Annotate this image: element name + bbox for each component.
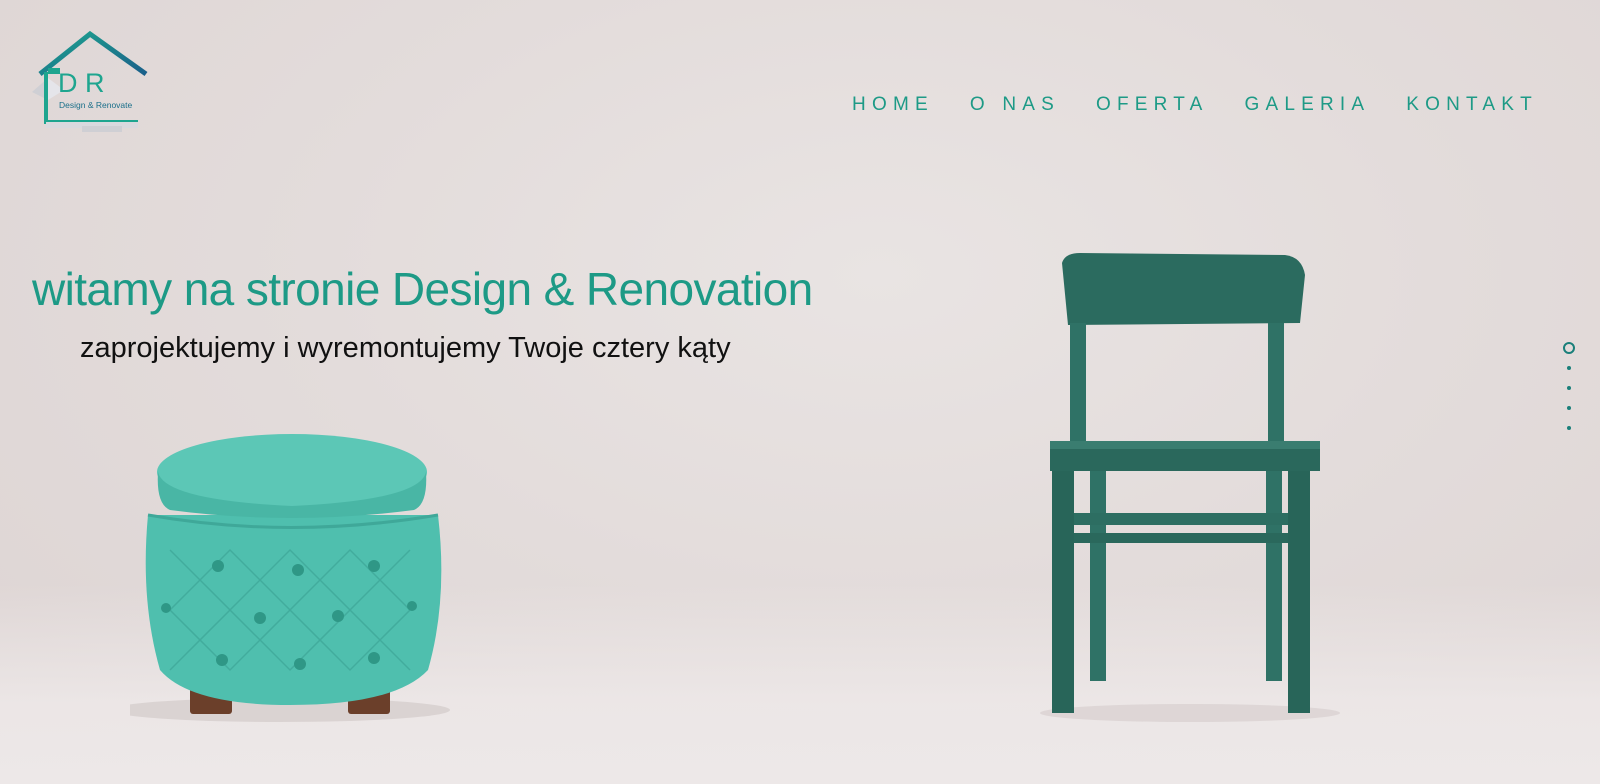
- logo-letters: D R: [58, 68, 105, 98]
- slider-dots: [1562, 342, 1576, 446]
- nav-o-nas[interactable]: O NAS: [970, 94, 1060, 116]
- hero-section: D R Design & Renovate HOME O NAS OFERTA …: [0, 0, 1600, 784]
- slider-dot-2[interactable]: [1567, 366, 1571, 370]
- slider-dot-5[interactable]: [1567, 426, 1571, 430]
- slider-dot-1[interactable]: [1563, 342, 1575, 354]
- logo-tagline: Design & Renovate: [59, 100, 133, 110]
- slider-dot-4[interactable]: [1567, 406, 1571, 410]
- ottoman-image: [130, 434, 450, 722]
- main-nav: HOME O NAS OFERTA GALERIA KONTAKT: [816, 94, 1538, 116]
- slider-dot-3[interactable]: [1567, 386, 1571, 390]
- hero-subtitle: zaprojektujemy i wyremontujemy Twoje czt…: [80, 332, 731, 364]
- chair-image: [1040, 253, 1340, 722]
- nav-oferta[interactable]: OFERTA: [1096, 94, 1209, 116]
- nav-galeria[interactable]: GALERIA: [1245, 94, 1371, 116]
- nav-home[interactable]: HOME: [852, 94, 934, 116]
- nav-kontakt[interactable]: KONTAKT: [1406, 94, 1538, 116]
- logo: D R Design & Renovate: [32, 30, 148, 132]
- hero-title: witamy na stronie Design & Renovation: [32, 263, 813, 315]
